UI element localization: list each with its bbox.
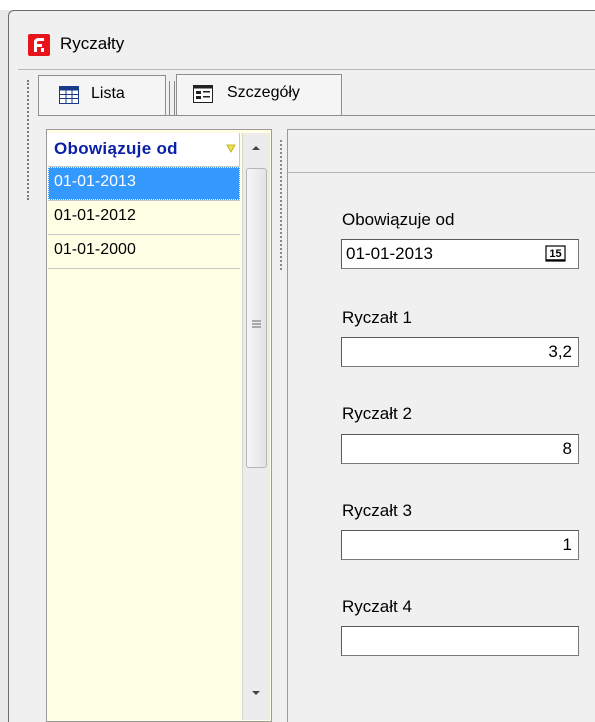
tab-lista[interactable]: Lista (38, 75, 166, 115)
date-value: 01-01-2013 (346, 244, 433, 263)
form-details-icon (193, 85, 213, 103)
grid-icon (59, 86, 79, 104)
date-label: Obowiązuje od (342, 210, 455, 229)
ryczalt-2-value: 8 (562, 439, 572, 458)
column-header-label: Obowiązuje od (54, 139, 178, 158)
list-row[interactable]: 01-01-2000 (48, 235, 240, 269)
scrollbar-thumb[interactable] (246, 168, 267, 468)
scroll-up-arrow-icon[interactable] (249, 141, 263, 155)
tab-szczegoly[interactable]: Szczegóły (169, 74, 342, 116)
tab-lista-label: Lista (91, 85, 125, 102)
ryczalt-4-label: Ryczałt 4 (342, 597, 412, 616)
ryczalt-3-field[interactable]: 1 (341, 530, 579, 560)
tab-strip-line (38, 115, 595, 116)
list-row-date: 01-01-2000 (54, 241, 136, 258)
toolbar-grip[interactable] (27, 80, 29, 200)
ryczalt-1-value: 3,2 (548, 342, 572, 361)
details-separator (288, 172, 595, 173)
ryczalt-2-label: Ryczałt 2 (342, 404, 412, 423)
calendar-button-text: 15 (549, 248, 561, 260)
ryczalt-1-label: Ryczałt 1 (342, 308, 412, 327)
thumb-grip-icon (252, 315, 261, 328)
column-header-obowiazuje-od[interactable]: Obowiązuje od (48, 133, 240, 167)
fiscal-app-icon[interactable] (28, 34, 50, 56)
ryczalt-4-field[interactable] (341, 626, 579, 656)
ryczalt-1-field[interactable]: 3,2 (341, 337, 579, 367)
ryczalt-2-field[interactable]: 8 (341, 434, 579, 464)
ryczalt-3-label: Ryczałt 3 (342, 501, 412, 520)
top-margin (0, 0, 595, 10)
sort-filter-icon[interactable] (226, 143, 236, 155)
calendar-icon[interactable]: 15 (542, 243, 570, 265)
list-row-date: 01-01-2013 (54, 173, 136, 190)
list-row-selected[interactable]: 01-01-2013 (48, 167, 240, 201)
tab-szczegoly-label: Szczegóły (227, 84, 300, 101)
vertical-scrollbar[interactable] (242, 133, 270, 720)
window-title: Ryczałty (60, 34, 125, 53)
list-row[interactable]: 01-01-2012 (48, 201, 240, 235)
scroll-down-arrow-icon[interactable] (249, 686, 263, 700)
list-row-date: 01-01-2012 (54, 207, 136, 224)
separator (18, 69, 595, 70)
ryczalt-3-value: 1 (562, 535, 572, 554)
splitter-grip[interactable] (280, 140, 282, 270)
